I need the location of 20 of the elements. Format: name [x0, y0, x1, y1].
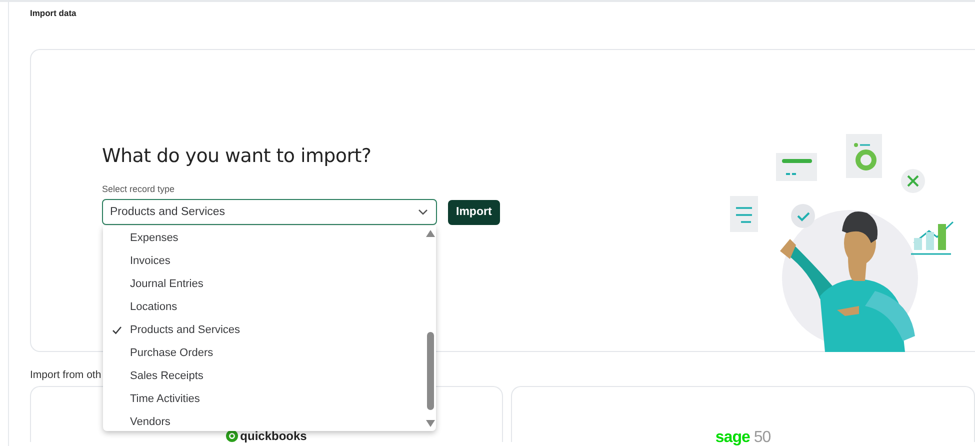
section-heading: Import from oth — [30, 369, 102, 381]
scroll-up-icon[interactable] — [426, 230, 434, 237]
quickbooks-logo: quickbooks — [240, 429, 307, 443]
field-label: Select record type — [102, 184, 176, 194]
dropdown-option[interactable]: Vendors — [103, 410, 424, 431]
dropdown-option[interactable]: Purchase Orders — [103, 341, 424, 364]
scrollbar-thumb[interactable] — [426, 332, 434, 410]
import-button[interactable]: Import — [448, 200, 500, 224]
dropdown-option[interactable]: Journal Entries — [103, 272, 424, 295]
import-heading: What do you want to import? — [102, 145, 372, 167]
page-title: Import data — [30, 8, 78, 18]
scroll-down-icon[interactable] — [426, 420, 434, 427]
chevron-down-icon — [418, 209, 428, 215]
dropdown-option[interactable]: Locations — [103, 295, 424, 318]
record-type-select[interactable]: Products and Services — [102, 199, 437, 225]
dropdown-option[interactable]: Time Activities — [103, 387, 424, 410]
dropdown-option[interactable]: Expenses — [103, 226, 424, 249]
dropdown-option[interactable]: Sales Receipts — [103, 364, 424, 387]
dropdown-option[interactable]: Invoices — [103, 249, 424, 272]
check-icon — [112, 324, 122, 334]
